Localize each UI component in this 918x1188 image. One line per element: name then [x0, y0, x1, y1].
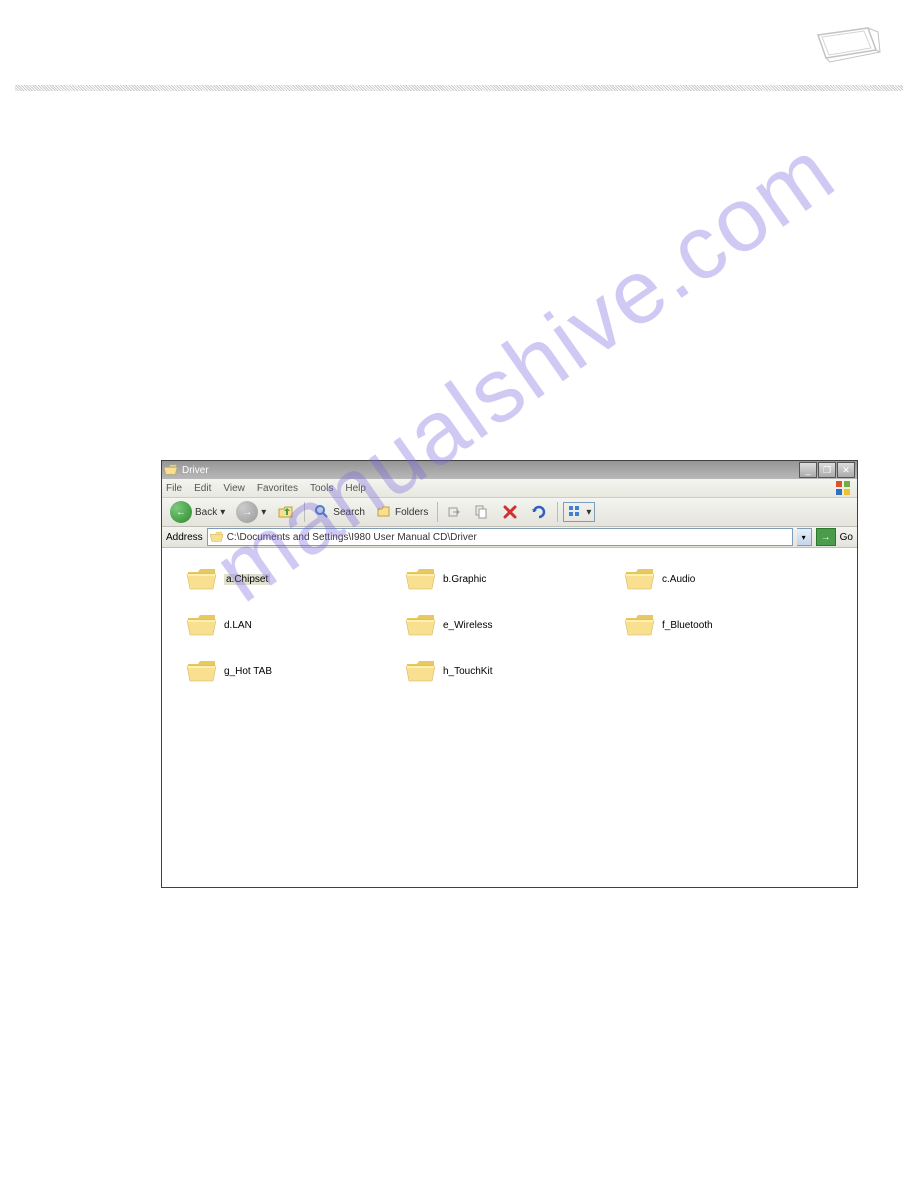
folder-label: d.LAN	[224, 620, 252, 631]
forward-icon: →	[236, 501, 258, 523]
views-icon	[567, 504, 583, 520]
chevron-down-icon: ▾	[586, 507, 591, 518]
undo-button[interactable]	[526, 501, 552, 523]
folder-icon	[186, 658, 218, 684]
folder-item[interactable]: g_Hot TAB	[186, 658, 395, 684]
windows-flag-icon[interactable]	[833, 480, 853, 496]
folder-icon	[186, 612, 218, 638]
rugged-tablet-icon	[808, 20, 888, 70]
chevron-down-icon: ▾	[261, 507, 266, 518]
folder-item[interactable]: a.Chipset	[186, 566, 395, 592]
folder-label: e_Wireless	[443, 620, 492, 631]
folder-open-icon	[164, 464, 178, 476]
folder-item[interactable]: f_Bluetooth	[624, 612, 833, 638]
close-button[interactable]: ✕	[837, 462, 855, 478]
back-icon: ←	[170, 501, 192, 523]
delete-button[interactable]	[497, 501, 523, 523]
folder-item[interactable]: c.Audio	[624, 566, 833, 592]
go-label: Go	[840, 532, 853, 543]
folders-label: Folders	[395, 507, 428, 518]
folders-button[interactable]: Folders	[372, 502, 432, 522]
folder-label: a.Chipset	[224, 574, 270, 585]
go-button[interactable]: →	[816, 528, 836, 546]
folders-icon	[376, 504, 392, 520]
back-label: Back	[195, 507, 217, 518]
back-button[interactable]: ← Back ▾	[166, 499, 229, 525]
move-to-icon	[447, 504, 463, 520]
maximize-button[interactable]: ❐	[818, 462, 836, 478]
address-bar: Address C:\Documents and Settings\I980 U…	[162, 527, 857, 548]
minimize-button[interactable]: _	[799, 462, 817, 478]
move-to-button[interactable]	[443, 502, 467, 522]
folder-item[interactable]: e_Wireless	[405, 612, 614, 638]
folder-open-icon	[210, 531, 224, 543]
address-input[interactable]: C:\Documents and Settings\I980 User Manu…	[207, 528, 793, 546]
folder-label: f_Bluetooth	[662, 620, 713, 631]
folder-label: g_Hot TAB	[224, 666, 272, 677]
menu-view[interactable]: View	[223, 483, 245, 494]
folder-icon	[186, 566, 218, 592]
menu-tools[interactable]: Tools	[310, 483, 333, 494]
search-icon	[314, 504, 330, 520]
search-label: Search	[333, 507, 365, 518]
folder-up-icon	[277, 503, 295, 521]
folder-icon	[405, 658, 437, 684]
window-title: Driver	[182, 465, 209, 476]
folder-label: b.Graphic	[443, 574, 486, 585]
search-button[interactable]: Search	[310, 502, 369, 522]
folder-content-pane[interactable]: a.Chipset b.Graphic c.Audio d.LAN e_Wireless…	[162, 548, 857, 887]
menu-file[interactable]: File	[166, 483, 182, 494]
menubar: File Edit View Favorites Tools Help	[162, 479, 857, 498]
page-separator	[15, 85, 903, 91]
copy-to-icon	[474, 504, 490, 520]
forward-button[interactable]: → ▾	[232, 499, 270, 525]
delete-x-icon	[501, 503, 519, 521]
folder-icon	[624, 566, 656, 592]
folder-label: h_TouchKit	[443, 666, 492, 677]
window-titlebar[interactable]: Driver _ ❐ ✕	[162, 461, 857, 479]
chevron-down-icon: ▾	[220, 507, 225, 518]
explorer-window: Driver _ ❐ ✕ File Edit View Favorites To…	[161, 460, 858, 888]
folder-label: c.Audio	[662, 574, 695, 585]
menu-help[interactable]: Help	[345, 483, 366, 494]
page-device-illustration	[808, 20, 888, 73]
views-button[interactable]: ▾	[563, 502, 595, 522]
address-dropdown[interactable]: ▾	[797, 528, 812, 546]
undo-icon	[530, 503, 548, 521]
folder-item[interactable]: b.Graphic	[405, 566, 614, 592]
window-controls: _ ❐ ✕	[799, 462, 855, 478]
up-button[interactable]	[273, 501, 299, 523]
menu-edit[interactable]: Edit	[194, 483, 211, 494]
copy-to-button[interactable]	[470, 502, 494, 522]
menu-favorites[interactable]: Favorites	[257, 483, 298, 494]
go-arrow-icon: →	[821, 532, 831, 543]
folder-item[interactable]: d.LAN	[186, 612, 395, 638]
folder-icon	[624, 612, 656, 638]
folder-item[interactable]: h_TouchKit	[405, 658, 614, 684]
address-path: C:\Documents and Settings\I980 User Manu…	[227, 532, 477, 543]
folder-icon	[405, 612, 437, 638]
toolbar: ← Back ▾ → ▾ Search Folders	[162, 498, 857, 527]
folder-icon	[405, 566, 437, 592]
address-label: Address	[166, 532, 203, 543]
